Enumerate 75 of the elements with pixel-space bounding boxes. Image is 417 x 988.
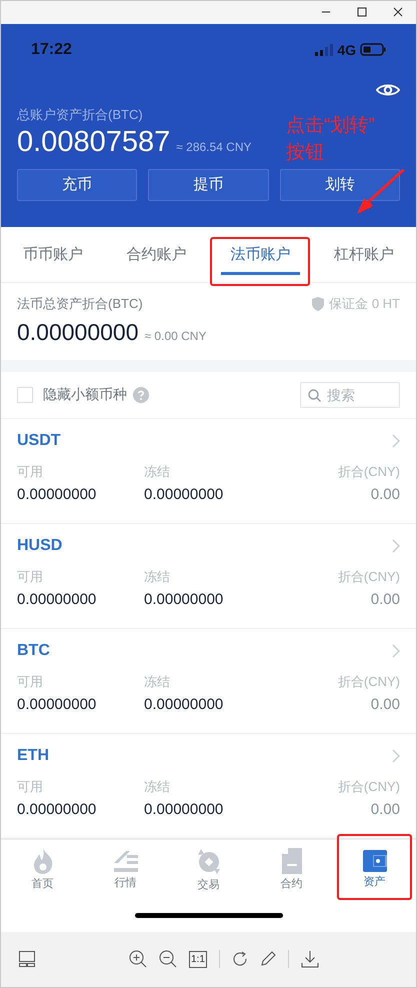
wallet-icon	[362, 850, 386, 872]
chevron-icon	[392, 538, 400, 553]
shield-icon	[312, 296, 324, 311]
available-label: 可用	[17, 568, 44, 586]
coin-row[interactable]: ETH 可用 冻结 折合(CNY) 0.00000000 0.00000000 0.00	[1, 734, 416, 839]
frozen-label: 冻结	[144, 462, 171, 481]
frozen-value: 0.00000000	[144, 800, 224, 818]
cny-value: 0.00	[370, 800, 400, 818]
cny-value: 0.00	[370, 590, 400, 608]
battery-icon	[360, 43, 386, 56]
summary-cny: ≈ 0.00 CNY	[144, 328, 206, 343]
zoom-in-icon[interactable]	[129, 950, 147, 968]
frozen-label: 冻结	[144, 672, 171, 691]
nav-tab[interactable]: 合约	[250, 840, 333, 900]
close-icon[interactable]	[392, 6, 404, 18]
thumbnails-icon[interactable]	[19, 951, 35, 968]
maximize-icon[interactable]	[356, 6, 368, 18]
annotation-text: 点击“划转” 按钮	[286, 114, 375, 165]
actual-size-button[interactable]: 1:1	[189, 950, 207, 968]
chevron-icon	[392, 644, 400, 658]
cny-label: 折合(CNY)	[338, 778, 400, 796]
cny-label: 折合(CNY)	[338, 568, 400, 586]
chevron-icon	[392, 748, 400, 763]
frozen-value: 0.00000000	[144, 590, 224, 608]
pencil-icon[interactable]	[260, 951, 276, 968]
zoom-out-icon[interactable]	[159, 950, 177, 968]
hide-small-label: 隐藏小额币种	[43, 386, 127, 404]
frozen-label: 冻结	[144, 778, 171, 796]
frozen-label: 冻结	[144, 568, 171, 586]
coin-name: HUSD	[17, 536, 62, 555]
nav-tab[interactable]: 行情	[84, 840, 167, 900]
status-time: 17:22	[31, 40, 72, 59]
cny-label: 折合(CNY)	[338, 462, 400, 481]
network-label: 4G	[337, 42, 356, 58]
download-icon[interactable]	[300, 950, 319, 968]
coin-name: BTC	[17, 642, 50, 660]
nav-tab[interactable]: 首页	[1, 840, 84, 900]
annotation-arrow	[356, 168, 406, 215]
cny-value: 0.00	[370, 486, 400, 503]
coin-row[interactable]: BTC 可用 冻结 折合(CNY) 0.00000000 0.00000000 0.00	[1, 628, 416, 734]
cny-value: 0.00	[370, 696, 400, 713]
available-value: 0.00000000	[17, 486, 98, 503]
coin-row[interactable]: HUSD 可用 冻结 折合(CNY) 0.00000000 0.00000000 0.00	[1, 524, 416, 629]
summary-amount: 0.00000000	[17, 318, 139, 346]
total-label: 总账户资产折合(BTC)	[17, 106, 143, 124]
action-button[interactable]: 充币	[17, 168, 138, 201]
action-button[interactable]: 提币	[148, 168, 269, 201]
summary-label: 法币总资产折合(BTC)	[17, 294, 143, 313]
total-cny: ≈ 286.54 CNY	[176, 140, 252, 154]
available-value: 0.00000000	[17, 590, 98, 608]
available-value: 0.00000000	[17, 696, 98, 713]
action-button[interactable]: 划转	[280, 168, 400, 201]
available-value: 0.00000000	[17, 800, 98, 818]
available-label: 可用	[17, 462, 44, 481]
checkbox[interactable]	[17, 386, 33, 403]
rotate-icon[interactable]	[232, 951, 248, 968]
total-amount: 0.00807587	[17, 126, 170, 159]
document-icon	[282, 848, 302, 874]
nav-tab[interactable]: 资产	[333, 840, 416, 900]
frozen-value: 0.00000000	[144, 486, 224, 503]
coin-name: ETH	[17, 746, 49, 765]
nav-tab[interactable]: 交易	[167, 840, 250, 900]
search-field[interactable]: 搜索	[300, 382, 400, 408]
signal-icon	[315, 44, 334, 56]
coin-row[interactable]: USDT 可用 冻结 折合(CNY) 0.00000000 0.00000000 0.00	[1, 418, 416, 524]
chart-icon	[112, 849, 138, 874]
deposit-label: 保证金 0 HT	[329, 294, 400, 313]
flame-icon	[32, 848, 54, 874]
available-label: 可用	[17, 778, 44, 796]
available-label: 可用	[17, 672, 44, 691]
frozen-value: 0.00000000	[144, 696, 224, 713]
cny-label: 折合(CNY)	[338, 672, 400, 691]
coin-name: USDT	[17, 432, 61, 450]
chevron-icon	[392, 434, 400, 448]
eye-icon[interactable]	[376, 82, 400, 98]
